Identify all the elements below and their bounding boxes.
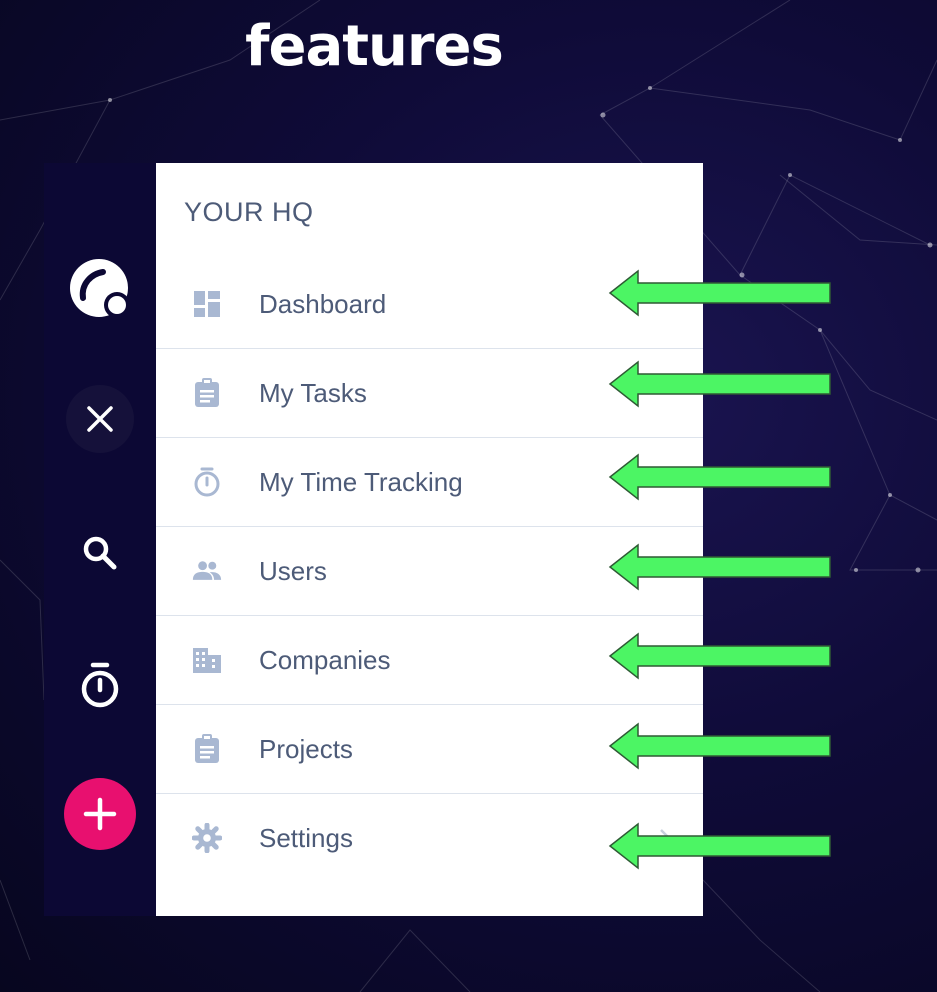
nav-item-label: Companies [259, 644, 391, 675]
nav-item-label: Settings [259, 822, 353, 853]
gear-icon [192, 823, 222, 853]
building-icon [192, 645, 222, 675]
app-window: YOUR HQ Dashboard My Tasks My Time Track… [44, 163, 703, 916]
users-icon [192, 556, 222, 586]
annotation-arrow-icon [608, 632, 831, 680]
page-heading: features [245, 14, 504, 79]
clipboard-icon [192, 378, 222, 408]
nav-item-label: Dashboard [259, 288, 387, 319]
nav-item-label: Projects [259, 733, 353, 764]
panel-title: YOUR HQ [184, 197, 314, 227]
annotation-arrow-icon [608, 269, 831, 317]
search-icon [83, 536, 117, 570]
icon-rail [44, 163, 156, 916]
annotation-arrow-icon [608, 360, 831, 408]
stopwatch-icon [192, 467, 222, 497]
nav-item-label: My Time Tracking [259, 466, 463, 497]
annotation-arrow-icon [608, 543, 831, 591]
stopwatch-icon [81, 662, 119, 708]
annotation-arrow-icon [608, 822, 831, 870]
timer-button[interactable] [66, 651, 134, 719]
dashboard-icon [192, 289, 222, 319]
close-button[interactable] [66, 385, 134, 453]
nav-item-label: Users [259, 555, 327, 586]
add-button[interactable] [64, 778, 136, 850]
nav-item-label: My Tasks [259, 377, 367, 408]
annotation-arrow-icon [608, 453, 831, 501]
plus-icon [83, 797, 117, 831]
search-button[interactable] [66, 519, 134, 587]
clipboard-icon [192, 734, 222, 764]
annotation-arrow-icon [608, 722, 831, 770]
brand-logo-icon[interactable] [66, 255, 134, 323]
close-icon [87, 406, 113, 432]
